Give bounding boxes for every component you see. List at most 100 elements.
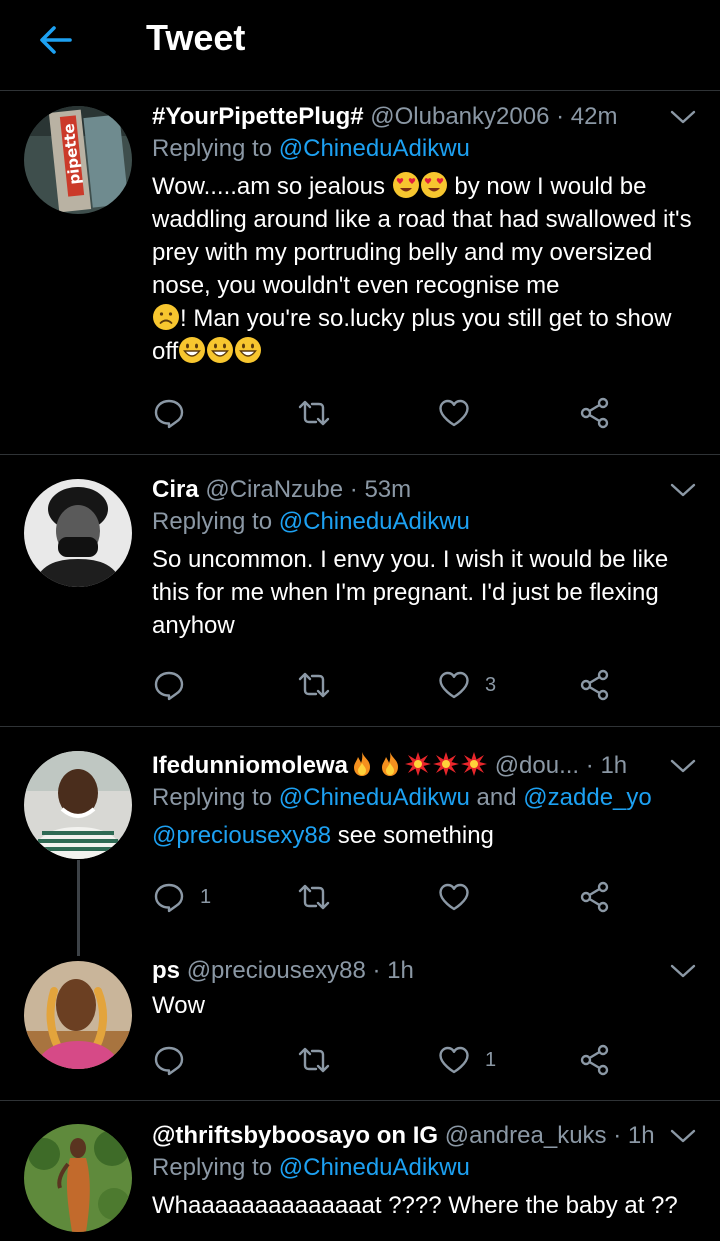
reply-count: 1 [200,885,212,908]
tweet-actions: 1 [152,877,622,917]
reply-mention-link[interactable]: @ChineduAdikwu [279,508,470,535]
grinning-face-emoji-icon [234,336,262,364]
like-button[interactable] [437,877,485,917]
tweet-text-part: Wow.....am so jealous [152,173,392,200]
tweet-text: Wow.....am so jealous by now I would be … [152,170,698,368]
back-arrow-icon[interactable] [36,20,76,60]
timestamp: 1h [387,957,414,984]
chevron-down-icon[interactable] [668,959,698,983]
avatar[interactable] [24,961,132,1069]
replying-to-label: Replying to [152,1154,279,1181]
heart-icon [437,1043,471,1077]
avatar[interactable] [24,479,132,587]
username[interactable]: @andrea_kuks [445,1122,607,1149]
display-name[interactable]: Cira [152,476,199,503]
separator-dot: · [349,476,358,503]
timestamp: 1h [600,752,628,779]
reply-mention-link-2[interactable]: @zadde_yo [523,784,651,811]
grinning-face-emoji-icon [206,336,234,364]
heart-eyes-emoji-icon [420,171,448,199]
replying-to: Replying to @ChineduAdikwu [152,506,698,538]
reply-icon [152,1043,186,1077]
tweet-header: #YourPipettePlug# @Olubanky2006 · 42m [152,101,698,133]
burst-emoji-icon [404,750,432,778]
heart-icon [437,396,471,430]
share-icon [578,396,612,430]
username[interactable]: @preciousexy88 [187,957,366,984]
heart-icon [437,668,471,702]
replying-to: Replying to @ChineduAdikwu [152,133,698,165]
avatar[interactable] [24,1124,132,1232]
page-title: Tweet [146,17,246,58]
like-button[interactable] [437,393,485,433]
chevron-down-icon[interactable] [668,105,698,129]
share-button[interactable] [578,1040,612,1080]
timestamp: 42m [570,103,618,130]
share-button[interactable] [578,665,612,705]
mention-link[interactable]: @preciousexy88 [152,822,331,849]
retweet-icon [297,880,331,914]
heart-icon [437,880,471,914]
tweet-reply[interactable]: @thriftsbyboosayo on IG @andrea_kuks · 1… [0,1101,720,1241]
avatar[interactable]: pipette [24,106,132,214]
retweet-icon [297,668,331,702]
tweet-text: @preciousexy88 see something [152,819,698,852]
tweet-reply[interactable]: pipette #YourPipettePlug# @Olubanky2006 … [0,91,720,455]
display-name[interactable]: ps [152,957,180,984]
share-button[interactable] [578,877,612,917]
fire-emoji-icon [348,750,376,778]
share-icon [578,668,612,702]
separator-dot: · [556,103,565,130]
tweet-header: ps @preciousexy88 · 1h [152,955,698,987]
reply-button[interactable] [152,1040,200,1080]
tweet-text-part: see something [331,822,494,849]
frowning-face-emoji-icon [152,303,180,331]
reply-button[interactable] [152,665,200,705]
retweet-icon [297,396,331,430]
reply-mention-link[interactable]: @ChineduAdikwu [279,135,470,162]
burst-emoji-icon [432,750,460,778]
grinning-face-emoji-icon [178,336,206,364]
avatar[interactable] [24,751,132,859]
reply-button[interactable] [152,393,200,433]
separator-dot: · [613,1122,622,1149]
replying-to: Replying to @ChineduAdikwu and @zadde_yo [152,782,698,814]
like-button[interactable]: 3 [437,665,496,705]
reply-button[interactable]: 1 [152,877,211,917]
tweet-actions [152,393,622,433]
username[interactable]: @Olubanky2006 [370,103,549,130]
share-icon [578,880,612,914]
timestamp: 53m [364,476,412,503]
share-icon [578,1043,612,1077]
replying-to-label: Replying to [152,784,279,811]
separator-dot: · [372,957,381,984]
replying-to: Replying to @ChineduAdikwu [152,1152,698,1184]
tweet-reply[interactable]: ps @preciousexy88 · 1h Wow 1 [0,947,720,1101]
retweet-button[interactable] [297,877,345,917]
display-name[interactable]: Ifedunniomolewa [152,752,488,779]
like-button[interactable]: 1 [437,1040,496,1080]
tweet-actions: 3 [152,665,622,705]
username[interactable]: @dou... [495,752,579,779]
retweet-button[interactable] [297,393,345,433]
timestamp: 1h [627,1122,655,1149]
chevron-down-icon[interactable] [668,1124,698,1148]
tweet-header: Ifedunniomolewa @dou... · 1h [152,750,698,782]
reply-mention-link[interactable]: @ChineduAdikwu [279,784,470,811]
top-bar: Tweet [0,0,720,91]
tweet-text: Wow [152,992,205,1019]
share-button[interactable] [578,393,612,433]
reply-icon [152,880,186,914]
retweet-button[interactable] [297,665,345,705]
tweet-reply[interactable]: Cira @CiraNzube · 53m Replying to @Chine… [0,455,720,727]
reply-icon [152,668,186,702]
retweet-button[interactable] [297,1040,345,1080]
reply-mention-link[interactable]: @ChineduAdikwu [279,1154,470,1181]
username[interactable]: @CiraNzube [205,476,343,503]
display-name[interactable]: @thriftsbyboosayo on IG [152,1122,438,1149]
chevron-down-icon[interactable] [668,754,698,778]
display-name[interactable]: #YourPipettePlug# [152,103,364,130]
chevron-down-icon[interactable] [668,478,698,502]
tweet-reply[interactable]: Ifedunniomolewa @dou... · 1h Replying to… [0,727,720,947]
heart-eyes-emoji-icon [392,171,420,199]
